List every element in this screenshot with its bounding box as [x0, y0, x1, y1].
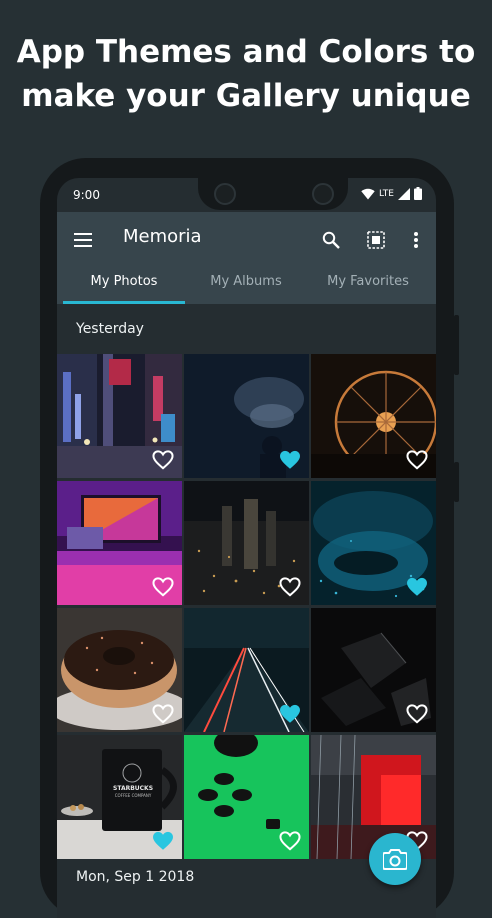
photo-tile[interactable]: [311, 735, 436, 859]
phone-screen: 9:00 LTE Memoria My Photos My Albums My …: [57, 178, 436, 918]
camera-lens: [312, 183, 334, 205]
favorite-heart-icon[interactable]: [152, 577, 174, 597]
favorite-heart-icon[interactable]: [406, 450, 428, 470]
mug-subtext: COFFEE COMPANY: [114, 793, 152, 798]
phone-side-button: [454, 462, 459, 502]
wifi-icon: [361, 188, 375, 199]
favorite-heart-icon[interactable]: [152, 450, 174, 470]
more-vert-icon[interactable]: [404, 228, 428, 252]
favorite-heart-icon[interactable]: [152, 704, 174, 724]
photo-tile[interactable]: [311, 354, 436, 478]
favorite-heart-icon[interactable]: [279, 704, 301, 724]
status-time: 9:00: [73, 188, 100, 202]
photo-tile[interactable]: STARBUCKS COFFEE COMPANY: [57, 735, 182, 859]
favorite-heart-icon[interactable]: [406, 704, 428, 724]
photo-tile[interactable]: [311, 608, 436, 732]
active-tab-indicator: [63, 301, 185, 304]
section-date-sep-1-2018: Mon, Sep 1 2018: [76, 869, 195, 885]
phone-side-button: [454, 315, 459, 375]
photo-tile[interactable]: [184, 608, 309, 732]
tab-my-photos[interactable]: My Photos: [63, 268, 185, 304]
display-notch: [198, 178, 348, 210]
promo-headline: App Themes and Colors to make your Galle…: [0, 30, 492, 118]
favorite-heart-icon[interactable]: [279, 450, 301, 470]
section-date-yesterday: Yesterday: [76, 321, 144, 337]
photo-tile[interactable]: [184, 354, 309, 478]
select-all-icon[interactable]: [364, 228, 388, 252]
headline-line-2: make your Gallery unique: [21, 78, 471, 114]
tab-my-favorites[interactable]: My Favorites: [307, 268, 429, 304]
photo-tile[interactable]: [184, 735, 309, 859]
favorite-heart-icon[interactable]: [279, 577, 301, 597]
headline-line-1: App Themes and Colors to: [16, 34, 476, 70]
camera-fab-button[interactable]: [369, 833, 421, 885]
favorite-heart-icon[interactable]: [279, 831, 301, 851]
photo-tile[interactable]: [311, 481, 436, 605]
menu-icon[interactable]: [71, 228, 95, 252]
camera-lens: [214, 183, 236, 205]
tab-my-albums[interactable]: My Albums: [185, 268, 307, 304]
mug-brand-text: STARBUCKS: [113, 785, 154, 792]
tab-bar: My Photos My Albums My Favorites: [57, 268, 436, 304]
app-title: Memoria: [123, 226, 202, 247]
battery-icon: [414, 187, 422, 200]
app-toolbar: Memoria: [57, 212, 436, 268]
signal-icon: [398, 187, 410, 200]
favorite-heart-icon[interactable]: [152, 831, 174, 851]
photo-tile[interactable]: [184, 481, 309, 605]
photo-tile[interactable]: [57, 608, 182, 732]
camera-icon: [383, 849, 407, 870]
photo-tile[interactable]: [57, 354, 182, 478]
network-type: LTE: [379, 188, 394, 199]
search-icon[interactable]: [319, 228, 343, 252]
photo-tile[interactable]: [57, 481, 182, 605]
favorite-heart-icon[interactable]: [406, 577, 428, 597]
